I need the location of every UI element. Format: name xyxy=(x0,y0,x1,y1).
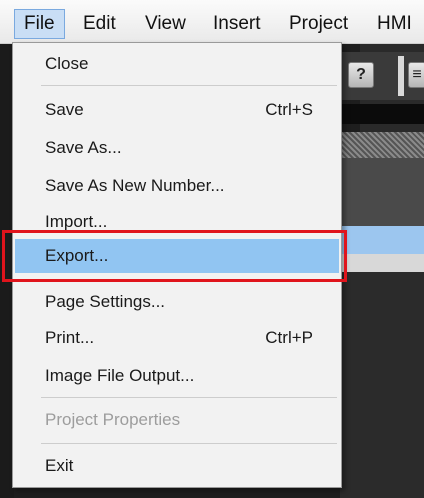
menu-item-label: Export... xyxy=(45,246,109,265)
help-icon[interactable]: ? xyxy=(348,62,374,88)
menu-bar: File Edit View Insert Project HMI xyxy=(0,0,424,44)
menu-view[interactable]: View xyxy=(136,9,195,39)
toolbar-partial-icon[interactable]: ≡ xyxy=(408,62,424,88)
menu-item-image-file-output[interactable]: Image File Output... xyxy=(15,359,339,393)
menu-item-exit[interactable]: Exit xyxy=(15,449,339,483)
menu-item-label: Save xyxy=(45,100,84,119)
menu-item-project-properties: Project Properties xyxy=(15,403,339,437)
shortcut-label: Ctrl+P xyxy=(265,328,313,347)
menu-file[interactable]: File xyxy=(14,9,65,39)
menu-item-label: Page Settings... xyxy=(45,292,166,311)
menu-item-import[interactable]: Import... xyxy=(15,205,339,239)
selected-row-background xyxy=(340,226,424,254)
menu-item-label: Import... xyxy=(45,212,108,231)
workspace-panel xyxy=(340,158,424,226)
menu-item-export[interactable]: Export... xyxy=(15,239,339,273)
menu-item-page-settings[interactable]: Page Settings... xyxy=(15,285,339,319)
menu-item-save[interactable]: Save Ctrl+S xyxy=(15,93,339,127)
ruler-strip xyxy=(340,132,424,158)
shortcut-label: Ctrl+S xyxy=(265,100,313,119)
panel-header xyxy=(340,254,424,272)
menu-item-print[interactable]: Print... Ctrl+P xyxy=(15,321,339,355)
menu-item-label: Save As New Number... xyxy=(45,176,225,195)
menu-separator xyxy=(41,397,337,398)
menu-item-label: Close xyxy=(45,54,89,73)
menu-item-close[interactable]: Close xyxy=(15,47,339,81)
menu-edit[interactable]: Edit xyxy=(74,9,125,39)
toolbar-dark-bar xyxy=(340,104,424,124)
file-menu-dropdown: Close Save Ctrl+S Save As... Save As New… xyxy=(12,42,342,488)
menu-item-label: Exit xyxy=(45,456,74,475)
menu-separator xyxy=(41,443,337,444)
menu-insert[interactable]: Insert xyxy=(204,9,270,39)
menu-separator xyxy=(41,85,337,86)
menu-item-label: Project Properties xyxy=(45,410,181,429)
toolbar-separator xyxy=(398,56,404,96)
menu-item-label: Save As... xyxy=(45,138,122,157)
menu-project[interactable]: Project xyxy=(280,9,357,39)
screen: ? ≡ File Edit View Insert Project HMI Cl… xyxy=(0,0,424,498)
menu-separator xyxy=(41,281,337,282)
menu-item-label: Print... xyxy=(45,328,95,347)
menu-hmi[interactable]: HMI xyxy=(368,9,421,39)
menu-item-save-as-new-number[interactable]: Save As New Number... xyxy=(15,169,339,203)
menu-item-save-as[interactable]: Save As... xyxy=(15,131,339,165)
workspace-lower-panel xyxy=(340,272,424,498)
menu-item-label: Image File Output... xyxy=(45,366,195,385)
